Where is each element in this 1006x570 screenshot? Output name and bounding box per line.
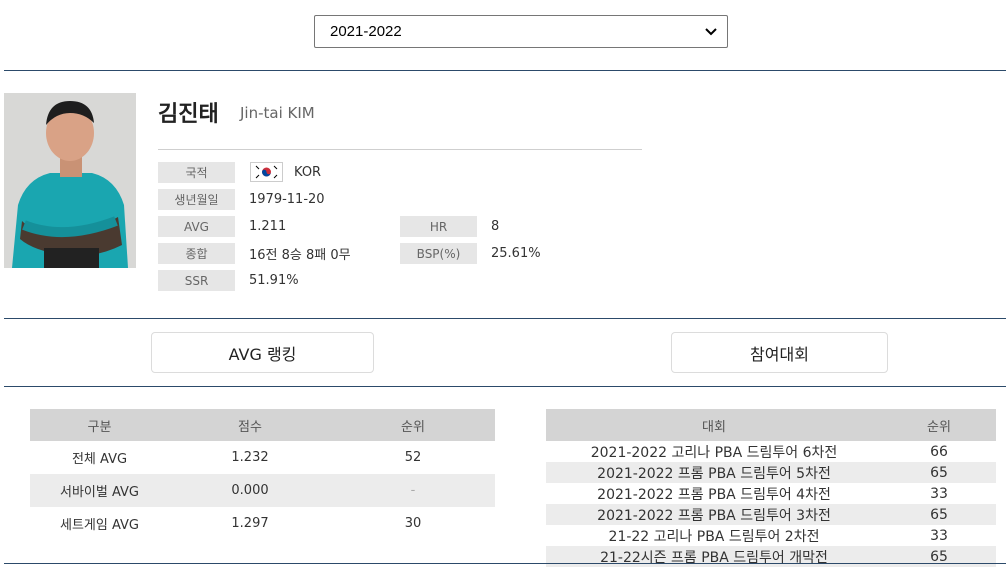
competition-rank: 33 — [930, 485, 948, 502]
avg-value: 1.211 — [249, 219, 287, 234]
record-label: 종합 — [158, 243, 235, 264]
row-category: 세트게임 AVG — [59, 518, 139, 533]
row-score: 1.297 — [231, 516, 269, 531]
table-row: 전체 AVG 1.232 52 — [30, 441, 495, 474]
hr-value: 8 — [491, 219, 500, 234]
table-row[interactable]: 2021-2022 프롬 PBA 드림투어 5차전 65 — [546, 462, 996, 483]
row-category: 서바이벌 AVG — [30, 474, 169, 507]
bsp-label: BSP(%) — [400, 243, 477, 264]
divider-top — [4, 70, 1006, 71]
table-row: 서바이벌 AVG 0.000 - — [30, 474, 495, 507]
table-row[interactable]: 2021-2022 프롬 PBA 드림투어 4차전 33 — [546, 483, 996, 504]
competitions-table: 대회 순위 2021-2022 고리나 PBA 드림투어 6차전 66 2021… — [546, 409, 996, 567]
table-row[interactable]: 2021-2022 고리나 PBA 드림투어 6차전 66 — [546, 441, 996, 462]
header-competition: 대회 — [546, 409, 882, 441]
name-divider — [158, 149, 642, 150]
birth-value: 1979-11-20 — [249, 192, 325, 207]
season-select[interactable]: 2021-2022 — [314, 15, 728, 48]
table-row[interactable]: 21-22 고리나 PBA 드림투어 2차전 33 — [546, 525, 996, 546]
competition-rank: 65 — [882, 504, 996, 525]
avg-label: AVG — [158, 216, 235, 237]
competition-rank: 33 — [930, 527, 948, 544]
nationality-value: KOR — [294, 165, 322, 180]
competition-rank: 65 — [882, 462, 996, 483]
row-rank: 30 — [404, 516, 422, 531]
avg-ranking-table: 구분 점수 순위 전체 AVG 1.232 52 서바이벌 AVG 0.000 … — [30, 409, 495, 540]
row-rank: 52 — [404, 450, 422, 465]
ssr-label: SSR — [158, 270, 235, 291]
header-category: 구분 — [30, 409, 169, 441]
row-score: 1.232 — [231, 450, 269, 465]
korea-flag-icon — [250, 162, 283, 182]
chevron-down-icon — [705, 25, 717, 39]
competition-name[interactable]: 2021-2022 프롬 PBA 드림투어 4차전 — [546, 483, 882, 504]
hr-label: HR — [400, 216, 477, 237]
header-score: 점수 — [169, 409, 331, 441]
tab-competitions[interactable]: 참여대회 — [671, 332, 888, 373]
divider-middle — [4, 318, 1006, 319]
row-rank: - — [331, 474, 495, 507]
season-select-value: 2021-2022 — [330, 23, 402, 40]
player-name-english: Jin-tai KIM — [240, 104, 315, 122]
record-value: 16전 8승 8패 0무 — [249, 248, 351, 263]
tab-avg-ranking[interactable]: AVG 랭킹 — [151, 332, 374, 373]
bsp-value: 25.61% — [491, 246, 541, 261]
row-category: 전체 AVG — [71, 452, 128, 467]
nationality-label: 국적 — [158, 162, 235, 183]
divider-tabs — [4, 386, 1006, 387]
table-row[interactable]: 2021-2022 프롬 PBA 드림투어 3차전 65 — [546, 504, 996, 525]
competition-rank: 66 — [930, 443, 948, 460]
birth-label: 생년월일 — [158, 189, 235, 210]
table-row: 세트게임 AVG 1.297 30 — [30, 507, 495, 540]
player-photo — [4, 93, 136, 268]
competition-name[interactable]: 2021-2022 프롬 PBA 드림투어 3차전 — [546, 504, 882, 525]
header-rank: 순위 — [331, 409, 495, 441]
player-name-korean: 김진태 — [158, 102, 219, 127]
divider-bottom — [4, 563, 1006, 564]
header-rank: 순위 — [882, 409, 996, 441]
competition-name[interactable]: 2021-2022 프롬 PBA 드림투어 5차전 — [546, 462, 882, 483]
ssr-value: 51.91% — [249, 273, 299, 288]
competition-name[interactable]: 21-22 고리나 PBA 드림투어 2차전 — [546, 525, 882, 546]
competition-name[interactable]: 2021-2022 고리나 PBA 드림투어 6차전 — [546, 441, 882, 462]
row-score: 0.000 — [169, 474, 331, 507]
